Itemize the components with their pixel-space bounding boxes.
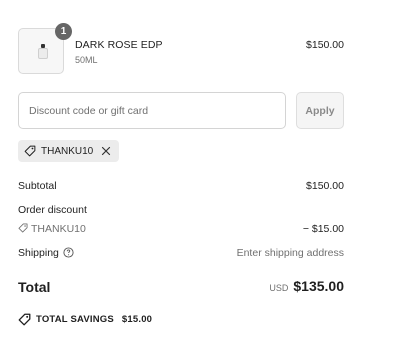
shipping-row: Shipping Enter shipping address <box>18 247 344 259</box>
total-savings: TOTAL SAVINGS $15.00 <box>18 313 152 326</box>
total-label: Total <box>18 279 51 295</box>
tag-icon <box>18 223 28 233</box>
cart-line-item: 1 DARK ROSE EDP 50ML $150.00 <box>18 23 344 74</box>
applied-discount-chip: THANKU10 <box>18 140 120 162</box>
discount-code-label: THANKU10 <box>31 223 86 235</box>
quantity-badge: 1 <box>55 23 72 40</box>
total-currency: USD <box>269 283 289 293</box>
order-discount-row: Order discount <box>18 204 344 216</box>
close-icon[interactable] <box>101 146 111 156</box>
applied-discount-code: THANKU10 <box>41 145 94 157</box>
tag-icon <box>24 145 36 157</box>
discount-code-input[interactable] <box>18 92 286 129</box>
shipping-label: Shipping <box>18 247 59 259</box>
subtotal-value: $150.00 <box>306 180 344 192</box>
perfume-bottle-icon <box>38 44 48 59</box>
shipping-value: Enter shipping address <box>236 247 344 259</box>
help-circle-icon[interactable] <box>63 247 74 258</box>
product-name: DARK ROSE EDP <box>75 39 163 51</box>
order-discount-label: Order discount <box>18 204 87 216</box>
discount-amount: − $15.00 <box>302 223 344 235</box>
product-variant: 50ML <box>75 55 98 65</box>
tag-icon <box>18 313 31 326</box>
total-value: USD $135.00 <box>269 278 344 294</box>
discount-code-row: THANKU10 − $15.00 <box>18 223 344 235</box>
total-savings-amount: $15.00 <box>121 314 153 325</box>
subtotal-row: Subtotal $150.00 <box>18 180 344 192</box>
product-price: $150.00 <box>306 39 344 51</box>
apply-discount-button[interactable]: Apply <box>296 92 344 129</box>
subtotal-label: Subtotal <box>18 180 57 192</box>
product-thumbnail: 1 <box>18 23 72 74</box>
total-amount: $135.00 <box>293 278 344 294</box>
total-savings-label: TOTAL SAVINGS <box>36 314 114 325</box>
discount-form: Apply <box>18 92 344 129</box>
